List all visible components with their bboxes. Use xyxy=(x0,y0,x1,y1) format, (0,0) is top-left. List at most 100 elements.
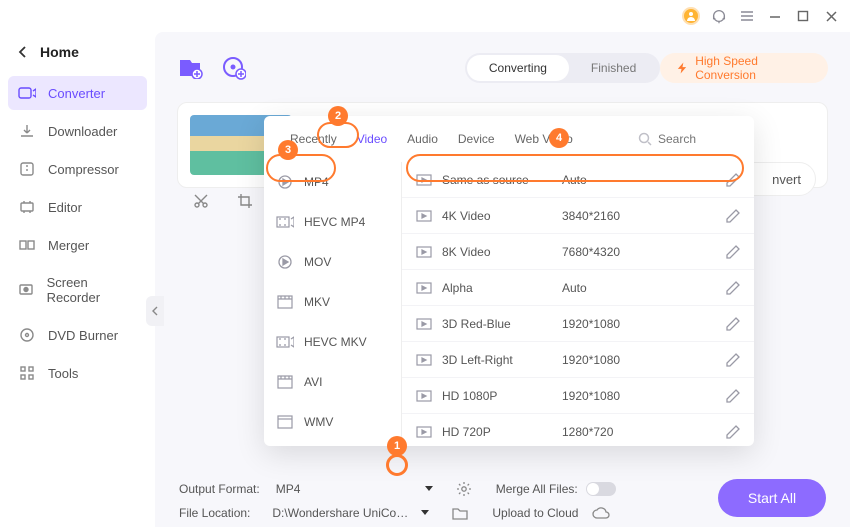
format-icon xyxy=(276,335,294,349)
preset-edit-icon[interactable] xyxy=(726,173,740,187)
tab-video[interactable]: Video xyxy=(347,116,397,162)
sidebar-label: Compressor xyxy=(48,162,119,177)
callout-badge-1: 1 xyxy=(387,436,407,456)
tab-web-video[interactable]: Web Video xyxy=(505,116,583,162)
settings-icon[interactable] xyxy=(456,481,472,497)
add-dvd-button[interactable] xyxy=(221,54,247,82)
toolbar: Converting Finished High Speed Conversio… xyxy=(177,46,828,90)
home-button[interactable]: Home xyxy=(8,38,147,66)
editor-icon xyxy=(18,199,36,215)
sidebar-item-merger[interactable]: Merger xyxy=(8,228,147,262)
merge-label: Merge All Files: xyxy=(496,482,578,496)
format-list: MP4 HEVC MP4 MOV MKV HEVC MKV AVI WMV M4… xyxy=(264,162,402,445)
sidebar-item-tools[interactable]: Tools xyxy=(8,356,147,390)
format-hevc-mp4[interactable]: HEVC MP4 xyxy=(264,202,401,242)
high-speed-label: High Speed Conversion xyxy=(695,54,812,82)
menu-icon[interactable] xyxy=(738,7,756,25)
preset-edit-icon[interactable] xyxy=(726,389,740,403)
edit-tools xyxy=(193,193,253,209)
chevron-left-icon xyxy=(18,46,28,58)
format-icon xyxy=(276,174,294,190)
minimize-icon[interactable] xyxy=(766,7,784,25)
recorder-icon xyxy=(18,282,35,298)
collapse-handle[interactable] xyxy=(146,296,164,326)
format-mkv[interactable]: MKV xyxy=(264,282,401,322)
avatar[interactable] xyxy=(682,7,700,25)
sidebar-label: Merger xyxy=(48,238,89,253)
segment-converting[interactable]: Converting xyxy=(467,55,569,81)
high-speed-button[interactable]: High Speed Conversion xyxy=(660,53,828,83)
tab-audio[interactable]: Audio xyxy=(397,116,448,162)
crop-icon[interactable] xyxy=(237,193,253,209)
merger-icon xyxy=(18,237,36,253)
format-icon xyxy=(276,215,294,229)
callout-badge-4: 4 xyxy=(549,128,569,148)
trim-icon[interactable] xyxy=(193,193,209,209)
output-format-label: Output Format: xyxy=(179,482,260,496)
preset-edit-icon[interactable] xyxy=(726,281,740,295)
start-all-button[interactable]: Start All xyxy=(718,479,826,517)
compressor-icon xyxy=(18,161,36,177)
format-popup: Recently Video Audio Device Web Video MP… xyxy=(264,116,754,446)
close-icon[interactable] xyxy=(822,7,840,25)
preset-edit-icon[interactable] xyxy=(726,425,740,439)
sidebar: Home Converter Downloader Compressor Edi… xyxy=(0,32,155,527)
upload-cloud-label: Upload to Cloud xyxy=(492,506,578,520)
segment-finished[interactable]: Finished xyxy=(569,55,658,81)
preset-icon xyxy=(416,246,434,258)
tools-icon xyxy=(18,365,36,381)
preset-row[interactable]: 8K Video7680*4320 xyxy=(402,234,754,270)
preset-edit-icon[interactable] xyxy=(726,353,740,367)
file-location-dropdown[interactable] xyxy=(420,509,430,517)
preset-row[interactable]: HD 1080P1920*1080 xyxy=(402,378,754,414)
preset-edit-icon[interactable] xyxy=(726,317,740,331)
maximize-icon[interactable] xyxy=(794,7,812,25)
search-box[interactable] xyxy=(638,132,738,146)
sidebar-label: Tools xyxy=(48,366,78,381)
preset-edit-icon[interactable] xyxy=(726,245,740,259)
merge-toggle[interactable] xyxy=(586,482,616,496)
format-mov[interactable]: MOV xyxy=(264,242,401,282)
format-avi[interactable]: AVI xyxy=(264,362,401,402)
converter-icon xyxy=(18,85,36,101)
sidebar-item-downloader[interactable]: Downloader xyxy=(8,114,147,148)
preset-icon xyxy=(416,318,434,330)
add-file-button[interactable] xyxy=(177,54,203,82)
output-format-dropdown[interactable] xyxy=(424,485,434,493)
support-icon[interactable] xyxy=(710,7,728,25)
sidebar-label: Downloader xyxy=(48,124,117,139)
format-m4v[interactable]: M4V xyxy=(264,442,401,445)
home-label: Home xyxy=(40,44,79,60)
sidebar-item-compressor[interactable]: Compressor xyxy=(8,152,147,186)
preset-icon xyxy=(416,426,434,438)
format-icon xyxy=(276,295,294,309)
tab-device[interactable]: Device xyxy=(448,116,505,162)
format-mp4[interactable]: MP4 xyxy=(264,162,401,202)
cloud-icon[interactable] xyxy=(592,506,610,520)
download-icon xyxy=(18,123,36,139)
preset-icon xyxy=(416,282,434,294)
sidebar-label: Converter xyxy=(48,86,105,101)
open-folder-icon[interactable] xyxy=(452,506,468,520)
callout-badge-2: 2 xyxy=(328,106,348,126)
preset-row[interactable]: 3D Red-Blue1920*1080 xyxy=(402,306,754,342)
format-icon xyxy=(276,415,294,429)
preset-row[interactable]: AlphaAuto xyxy=(402,270,754,306)
preset-edit-icon[interactable] xyxy=(726,209,740,223)
format-wmv[interactable]: WMV xyxy=(264,402,401,442)
dvd-icon xyxy=(18,327,36,343)
sidebar-item-screen-recorder[interactable]: Screen Recorder xyxy=(8,266,147,314)
sidebar-item-converter[interactable]: Converter xyxy=(8,76,147,110)
sidebar-item-editor[interactable]: Editor xyxy=(8,190,147,224)
task-segment: Converting Finished xyxy=(465,53,660,83)
format-icon xyxy=(276,254,294,270)
preset-row[interactable]: Same as sourceAuto xyxy=(402,162,754,198)
sidebar-item-dvd-burner[interactable]: DVD Burner xyxy=(8,318,147,352)
preset-row[interactable]: 3D Left-Right1920*1080 xyxy=(402,342,754,378)
format-hevc-mkv[interactable]: HEVC MKV xyxy=(264,322,401,362)
search-input[interactable] xyxy=(658,132,738,146)
preset-row[interactable]: 4K Video3840*2160 xyxy=(402,198,754,234)
convert-label: nvert xyxy=(772,172,801,187)
titlebar xyxy=(0,0,850,32)
preset-row[interactable]: HD 720P1280*720 xyxy=(402,414,754,445)
